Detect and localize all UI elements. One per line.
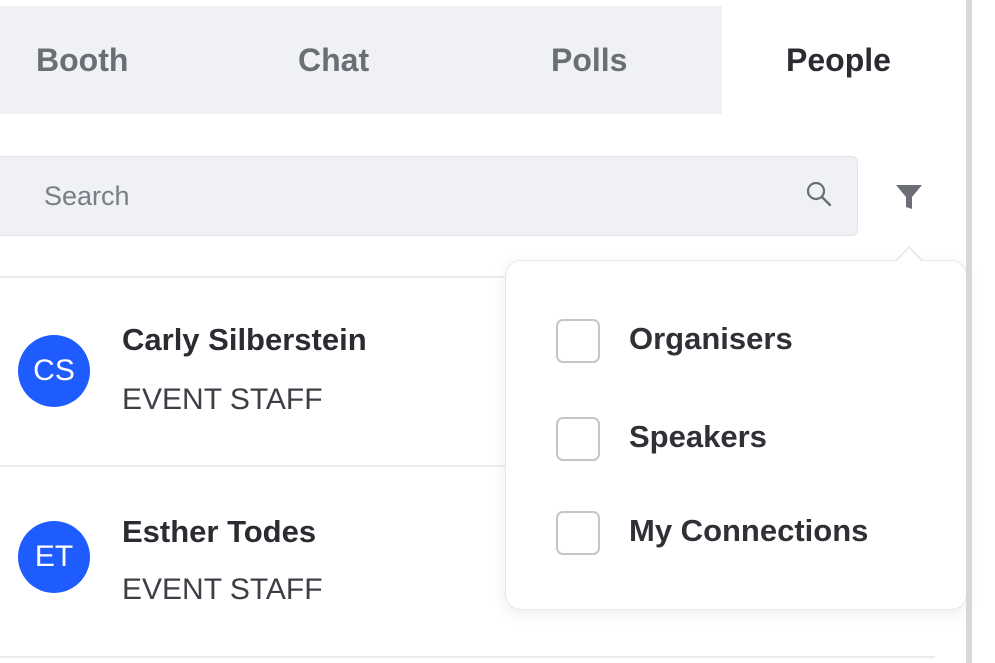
person-role: EVENT STAFF: [122, 573, 323, 606]
my-connections-checkbox[interactable]: [556, 511, 600, 555]
dropdown-caret-fill: [897, 248, 921, 261]
people-panel: Booth Chat Polls People CS Carly Silbers…: [0, 0, 995, 663]
row-divider: [0, 656, 935, 658]
tab-polls[interactable]: Polls: [551, 6, 627, 114]
avatar: ET: [18, 521, 90, 593]
search-icon[interactable]: [804, 179, 834, 209]
search-input[interactable]: [44, 157, 784, 235]
person-role: EVENT STAFF: [122, 383, 323, 416]
tab-booth[interactable]: Booth: [36, 6, 128, 114]
option-label: Speakers: [629, 419, 767, 454]
search-box: [0, 156, 858, 236]
scrollbar[interactable]: [966, 0, 972, 663]
tab-chat[interactable]: Chat: [298, 6, 369, 114]
option-label: My Connections: [629, 513, 869, 548]
filter-icon[interactable]: [893, 181, 925, 213]
avatar: CS: [18, 335, 90, 407]
filter-dropdown: Organisers Speakers My Connections: [505, 260, 967, 610]
list-item[interactable]: ET Esther Todes EVENT STAFF: [0, 500, 520, 620]
option-label: Organisers: [629, 321, 793, 356]
tab-people[interactable]: People: [786, 6, 891, 114]
person-name: Carly Silberstein: [122, 322, 367, 357]
filter-option-my-connections[interactable]: My Connections: [556, 508, 946, 558]
filter-option-organisers[interactable]: Organisers: [556, 316, 946, 366]
person-name: Esther Todes: [122, 514, 317, 549]
speakers-checkbox[interactable]: [556, 417, 600, 461]
row-divider: [0, 465, 505, 467]
filter-option-speakers[interactable]: Speakers: [556, 414, 946, 464]
organisers-checkbox[interactable]: [556, 319, 600, 363]
list-top-divider: [0, 276, 505, 278]
list-item[interactable]: CS Carly Silberstein EVENT STAFF: [0, 310, 520, 430]
